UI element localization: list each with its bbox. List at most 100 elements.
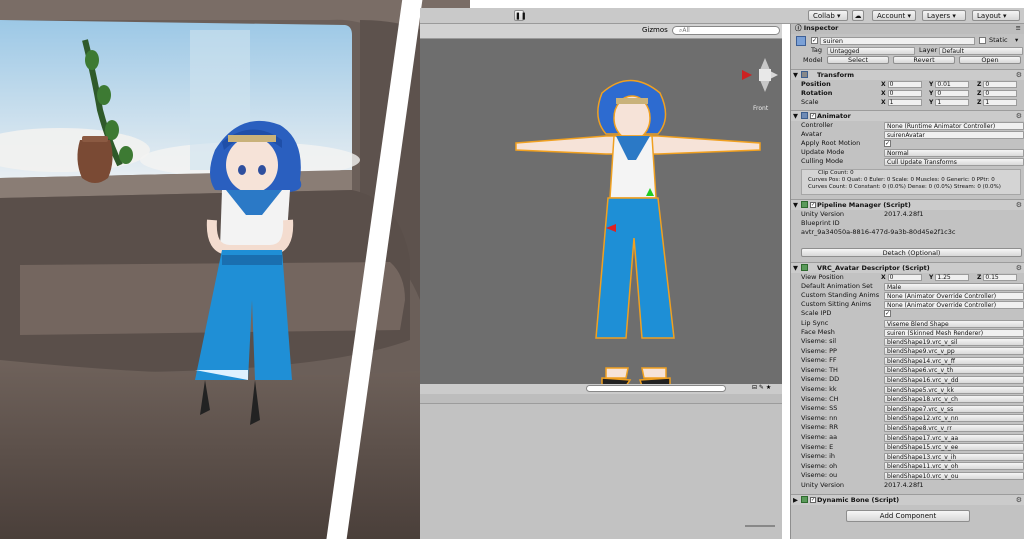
detach-button[interactable]: Detach (Optional) [801,248,1022,257]
position-x[interactable]: X0 [881,80,922,89]
rotation-label: Rotation [801,89,833,97]
scale-ipd-checkbox[interactable]: ✓ [884,310,891,317]
add-component-button[interactable]: Add Component [846,510,970,522]
scale-x[interactable]: X1 [881,98,922,107]
viseme-row: Viseme: TH blendShape6.vrc_v_th [791,366,1024,375]
viseme-dropdown[interactable]: blendShape10.vrc_v_ou [884,471,1024,480]
pipeline-unity-version-row: Unity Version 2017.4.28f1 [791,210,1024,219]
rotation-x[interactable]: X0 [881,89,922,98]
layers-label: Layers [927,12,951,20]
foldout-arrow-icon: ▼ [793,201,798,209]
transform-header[interactable]: ▼ Transform ⚙ [791,69,1024,80]
view-label: Front [753,105,769,112]
unity-version-value: 2017.4.28f1 [884,210,924,218]
tab-menu-icon[interactable]: ≡ [1016,24,1021,33]
bottom-search-input[interactable] [586,385,726,392]
avatar-field[interactable]: suirenAvatar [884,130,1024,139]
lip-sync-dropdown[interactable]: Viseme Blend Shape [884,319,1024,328]
active-checkbox[interactable]: ✓ [811,37,818,44]
viseme-dropdown[interactable]: blendShape19.vrc_v_sil [884,337,1024,346]
update-mode-label: Update Mode [801,148,845,156]
static-dropdown-arrow[interactable]: ▾ [1015,36,1018,45]
root-motion-checkbox[interactable]: ✓ [884,140,891,147]
collab-button[interactable]: Collab ▾ [808,10,848,21]
tag-dropdown[interactable]: Untagged [827,46,915,55]
viseme-dropdown[interactable]: blendShape15.vrc_v_ee [884,443,1024,452]
model-select-button[interactable]: Select [827,56,889,64]
gear-icon[interactable]: ⚙ [1016,70,1022,80]
rotation-y[interactable]: Y0 [929,89,970,98]
viseme-dropdown[interactable]: blendShape11.vrc_v_oh [884,462,1024,471]
dynamic-bone-title: Dynamic Bone (Script) [817,496,900,504]
cloud-icon[interactable]: ☁ [852,10,864,21]
view-position-y[interactable]: Y 1.25 [929,273,970,282]
default-anim-dropdown[interactable]: Male [884,282,1024,291]
gear-icon[interactable]: ⚙ [1016,263,1022,273]
layer-dropdown[interactable]: Default [939,46,1023,55]
viseme-row: Viseme: ou blendShape10.vrc_v_ou [791,471,1024,480]
scene-view[interactable]: Gizmos ⌕All Front [420,24,782,384]
foldout-arrow-icon: ▼ [793,71,798,79]
dynamic-bone-enabled-checkbox[interactable]: ✓ [810,496,816,503]
gizmos-dropdown[interactable]: Gizmos [642,26,668,34]
account-dropdown[interactable]: Account ▾ [872,10,916,21]
viseme-dropdown[interactable]: blendShape14.vrc_v_ff [884,356,1024,365]
face-mesh-label: Face Mesh [801,328,835,336]
model-open-button[interactable]: Open [959,56,1021,64]
update-mode-dropdown[interactable]: Normal [884,148,1024,157]
model-revert-button[interactable]: Revert [893,56,955,64]
zoom-slider[interactable] [745,525,775,527]
foldout-arrow-icon: ▼ [793,112,798,120]
dynamic-bone-header[interactable]: ▶ ✓ Dynamic Bone (Script) ⚙ [791,494,1024,505]
gear-icon[interactable]: ⚙ [1016,495,1022,505]
standing-anims-field[interactable]: None (Animator Override Controller) [884,291,1024,300]
viseme-label: Viseme: RR [801,423,839,432]
lip-sync-row: Lip Sync Viseme Blend Shape [791,319,1024,328]
sitting-anims-field[interactable]: None (Animator Override Controller) [884,300,1024,309]
pipeline-header[interactable]: ▼ ✓ Pipeline Manager (Script) ⚙ [791,199,1024,210]
view-position-x[interactable]: X0 [881,273,922,282]
layers-dropdown[interactable]: Layers ▾ [922,10,966,21]
descriptor-header[interactable]: ▼ VRC_Avatar Descriptor (Script) ⚙ [791,262,1024,273]
layout-dropdown[interactable]: Layout ▾ [972,10,1020,21]
unity-version-label: Unity Version [801,481,845,489]
viseme-dropdown[interactable]: blendShape8.vrc_v_rr [884,423,1024,432]
viseme-dropdown[interactable]: blendShape9.vrc_v_pp [884,347,1024,356]
position-z[interactable]: Z0 [977,80,1018,89]
viseme-dropdown[interactable]: blendShape6.vrc_v_th [884,366,1024,375]
viseme-dropdown[interactable]: blendShape12.vrc_v_nn [884,414,1024,423]
viseme-dropdown[interactable]: blendShape17.vrc_v_aa [884,433,1024,442]
face-mesh-row: Face Mesh suiren (Skinned Mesh Renderer) [791,328,1024,337]
animator-header[interactable]: ▼ ✓ Animator ⚙ [791,110,1024,121]
controller-field[interactable]: None (Runtime Animator Controller) [884,121,1024,130]
pause-button[interactable]: ❚❚ [514,10,527,21]
inspector-tab[interactable]: ⓘ Inspector [795,24,838,33]
viseme-dropdown[interactable]: blendShape13.vrc_v_ih [884,452,1024,461]
face-mesh-field[interactable]: suiren (Skinned Mesh Renderer) [884,328,1024,337]
rotation-z[interactable]: Z0 [977,89,1018,98]
viseme-row: Viseme: FF blendShape14.vrc_v_ff [791,356,1024,365]
viseme-dropdown[interactable]: blendShape18.vrc_v_ch [884,395,1024,404]
culling-mode-dropdown[interactable]: Cull Update Transforms [884,157,1024,166]
bottom-toolbar-icons[interactable]: ⊟ ✎ ★ [752,384,771,391]
object-name-field[interactable]: suiren [820,36,975,45]
scale-y[interactable]: Y1 [929,98,970,107]
view-position-z[interactable]: Z 0.15 [977,273,1018,282]
scene-orientation-gizmo [742,58,778,92]
scale-row: Scale X1 Y1 Z1 [791,98,1024,107]
animator-enabled-checkbox[interactable]: ✓ [810,112,816,119]
viseme-dropdown[interactable]: blendShape5.vrc_v_kk [884,385,1024,394]
viseme-dropdown[interactable]: blendShape7.vrc_v_ss [884,404,1024,413]
pipeline-enabled-checkbox[interactable]: ✓ [810,201,816,208]
viseme-label: Viseme: PP [801,346,837,355]
viseme-row: Viseme: sil blendShape19.vrc_v_sil [791,337,1024,346]
viseme-dropdown[interactable]: blendShape16.vrc_v_dd [884,375,1024,384]
scale-z[interactable]: Z1 [977,98,1018,107]
static-checkbox[interactable] [979,37,986,44]
gear-icon[interactable]: ⚙ [1016,111,1022,121]
position-y[interactable]: Y 0.01 [929,80,970,89]
viseme-label: Viseme: aa [801,433,838,441]
gear-icon[interactable]: ⚙ [1016,200,1022,210]
scene-search-input[interactable]: ⌕All [672,26,780,35]
curves-count: Curves Count: 0 Constant: 0 (0.0%) Dense… [808,184,1001,190]
